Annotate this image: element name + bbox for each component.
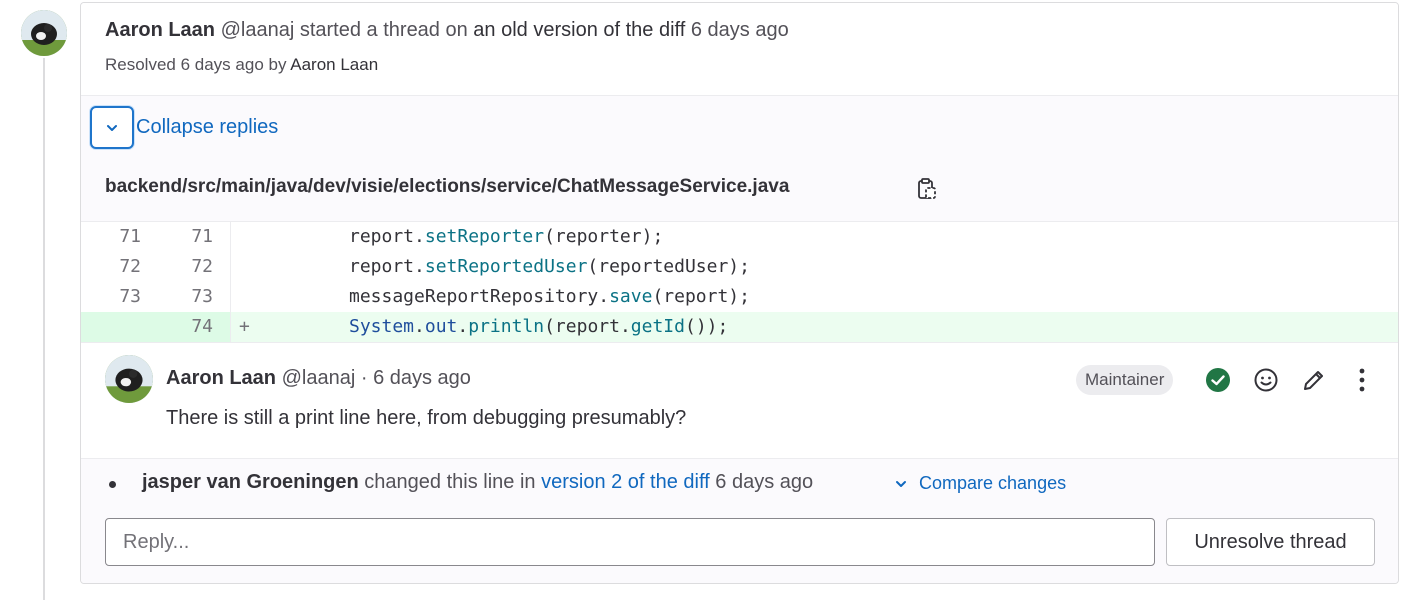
diff-line: 71 71 report.setReporter(reporter); xyxy=(81,222,1398,252)
copy-file-path-button[interactable] xyxy=(913,175,941,203)
comment-header: Aaron Laan @laanaj · 6 days ago xyxy=(166,367,471,390)
comment-note: Aaron Laan @laanaj · 6 days ago There is… xyxy=(81,342,1398,459)
old-line-number xyxy=(81,312,159,342)
system-note: jasper van Groeningen changed this line … xyxy=(81,459,1398,511)
code-token: ()); xyxy=(684,316,729,337)
collapse-section: Collapse replies backend/src/main/java/d… xyxy=(81,96,1398,222)
old-line-number[interactable]: 71 xyxy=(81,222,159,252)
new-line-number[interactable]: 74 xyxy=(159,312,231,342)
collapse-replies-link[interactable]: Collapse replies xyxy=(136,116,278,139)
compare-changes-toggle[interactable]: Compare changes xyxy=(893,473,1066,494)
comment-time[interactable]: 6 days ago xyxy=(373,367,471,389)
code-line: report.setReporter(reporter); xyxy=(349,222,663,252)
comment-body: There is still a print line here, from d… xyxy=(166,407,687,429)
author-name[interactable]: Aaron Laan xyxy=(166,367,276,389)
code-token: . xyxy=(414,316,425,337)
thread-header: Aaron Laan @laanaj started a thread on a… xyxy=(81,3,1398,96)
reply-section: Unresolve thread xyxy=(81,511,1398,583)
compare-changes-label: Compare changes xyxy=(919,473,1067,493)
chevron-down-icon xyxy=(896,480,906,487)
code-token: (reporter); xyxy=(544,226,664,247)
code-token: getId xyxy=(630,316,685,337)
system-note-time[interactable]: 6 days ago xyxy=(715,471,813,493)
code-line: System.out.println(report.getId()); xyxy=(349,312,728,342)
new-line-number[interactable]: 73 xyxy=(159,282,231,312)
diff-marker: + xyxy=(239,316,250,337)
check-circle-icon xyxy=(1206,368,1230,392)
new-line-number[interactable]: 72 xyxy=(159,252,231,282)
version-link[interactable]: version 2 of the diff xyxy=(541,471,710,493)
code-line: report.setReportedUser(reportedUser); xyxy=(349,252,750,282)
bullet-icon xyxy=(109,481,116,488)
kebab-icon xyxy=(1359,368,1365,392)
code-token: out xyxy=(424,316,458,337)
unresolve-thread-button[interactable]: Unresolve thread xyxy=(1166,518,1375,566)
code-token: (reportedUser); xyxy=(587,256,750,277)
clipboard-icon xyxy=(918,178,936,199)
edit-comment-button[interactable] xyxy=(1297,363,1331,397)
role-badge: Maintainer xyxy=(1076,365,1174,395)
system-note-text: jasper van Groeningen changed this line … xyxy=(142,471,813,494)
diff-line: 72 72 report.setReportedUser(reportedUse… xyxy=(81,252,1398,282)
resolved-by[interactable]: Aaron Laan xyxy=(290,55,378,74)
diff-line: 73 73 messageReportRepository.save(repor… xyxy=(81,282,1398,312)
author-name[interactable]: Aaron Laan xyxy=(105,19,215,41)
pencil-icon xyxy=(1304,371,1323,390)
resolved-status: Resolved 6 days ago by Aaron Laan xyxy=(105,55,378,75)
smiley-icon xyxy=(1254,368,1278,392)
thread-time[interactable]: 6 days ago xyxy=(691,19,789,41)
old-line-number[interactable]: 72 xyxy=(81,252,159,282)
avatar[interactable] xyxy=(105,355,153,403)
code-token: println xyxy=(468,316,545,337)
resolved-prefix: Resolved 6 days ago by xyxy=(105,55,287,74)
separator: · xyxy=(360,367,368,389)
chevron-down-icon xyxy=(107,124,117,131)
author-name[interactable]: jasper van Groeningen xyxy=(142,471,359,493)
add-reaction-button[interactable] xyxy=(1249,363,1283,397)
file-path: backend/src/main/java/dev/visie/election… xyxy=(105,176,790,197)
code-token: setReporter xyxy=(424,226,545,247)
code-token: (report); xyxy=(652,286,750,307)
action-text: changed this line in xyxy=(364,471,536,493)
thread-started-line: Aaron Laan @laanaj started a thread on a… xyxy=(105,19,789,42)
timeline-line xyxy=(43,58,45,600)
author-handle[interactable]: @laanaj xyxy=(221,19,295,41)
diff-line-added: 74 + System.out.println(report.getId()); xyxy=(81,312,1398,342)
code-token: messageReportRepository. xyxy=(349,286,610,307)
code-token: System xyxy=(349,316,415,337)
collapse-replies-button[interactable] xyxy=(90,106,134,149)
author-handle[interactable]: @laanaj xyxy=(282,367,356,389)
code-token: report. xyxy=(349,226,425,247)
code-token: (report. xyxy=(544,316,631,337)
avatar[interactable] xyxy=(21,10,67,56)
diff-snippet: 71 71 report.setReporter(reporter); 72 7… xyxy=(81,222,1398,342)
code-token: . xyxy=(457,316,469,337)
more-actions-button[interactable] xyxy=(1345,363,1379,397)
reply-input[interactable] xyxy=(105,518,1155,566)
diff-version-link[interactable]: an old version of the diff xyxy=(473,19,685,41)
resolve-thread-button[interactable] xyxy=(1201,363,1235,397)
started-text: started a thread on xyxy=(299,19,468,41)
new-line-number[interactable]: 71 xyxy=(159,222,231,252)
old-line-number[interactable]: 73 xyxy=(81,282,159,312)
code-token: report. xyxy=(349,256,425,277)
code-token: setReportedUser xyxy=(424,256,588,277)
code-line: messageReportRepository.save(report); xyxy=(349,282,750,312)
code-token: save xyxy=(609,286,653,307)
discussion-thread: Aaron Laan @laanaj started a thread on a… xyxy=(80,2,1399,584)
